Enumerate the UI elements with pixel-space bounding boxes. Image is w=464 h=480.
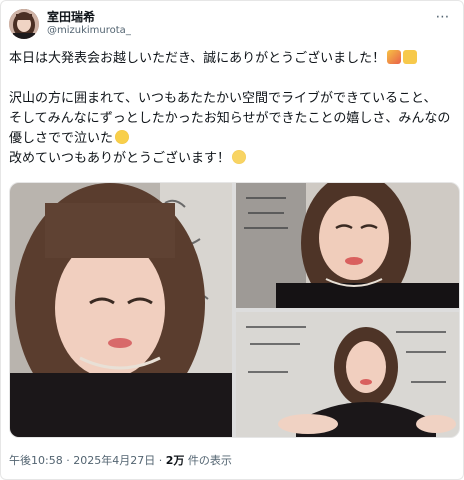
tweet-header: 室田瑞希 @mizukimurota_ ⋯	[9, 7, 455, 41]
party-popper-icon	[387, 50, 402, 64]
photo-3[interactable]	[236, 312, 459, 437]
username-handle[interactable]: @mizukimurota_	[47, 24, 131, 38]
avatar[interactable]	[9, 9, 39, 39]
meta-separator: ·	[155, 454, 166, 467]
photo-2[interactable]	[236, 183, 459, 308]
pleading-face-icon	[232, 150, 247, 164]
photo-1[interactable]	[10, 183, 232, 437]
line-break	[9, 69, 461, 89]
crying-face-icon	[115, 130, 130, 144]
tweet-line: そしてみんなにずっとしたかったお知らせができたことの嬉しさ、みんなの	[9, 111, 451, 126]
meta-separator: ·	[62, 454, 74, 467]
tweet-line: 優しさでで泣いた	[9, 129, 461, 149]
tweet-line: 改めていつもありがとうございます！	[9, 149, 461, 169]
handshake-icon	[403, 50, 418, 64]
views-count: 2万	[165, 454, 185, 467]
more-options-icon[interactable]: ⋯	[433, 9, 453, 25]
author-names: 室田瑞希 @mizukimurota_	[47, 10, 131, 38]
tweet-card: 室田瑞希 @mizukimurota_ ⋯ 本日は大発表会お越しいただき、誠にあ…	[0, 0, 464, 480]
views-label: 件の表示	[184, 454, 232, 467]
tweet-line: 沢山の方に囲まれて、いつもあたたかい空間でライブができていること、	[9, 91, 437, 106]
timestamp-time[interactable]: 午後10:58	[9, 454, 63, 467]
tweet-metadata: 午後10:58 · 2025年4月27日 · 2万 件の表示	[9, 452, 232, 468]
timestamp-date[interactable]: 2025年4月27日	[73, 454, 155, 467]
tweet-line: 本日は大発表会お越しいただき、誠にありがとうございました！	[9, 49, 461, 69]
tweet-text: 本日は大発表会お越しいただき、誠にありがとうございました！ 沢山の方に囲まれて、…	[9, 49, 461, 169]
display-name[interactable]: 室田瑞希	[47, 10, 131, 24]
media-grid	[9, 182, 460, 438]
